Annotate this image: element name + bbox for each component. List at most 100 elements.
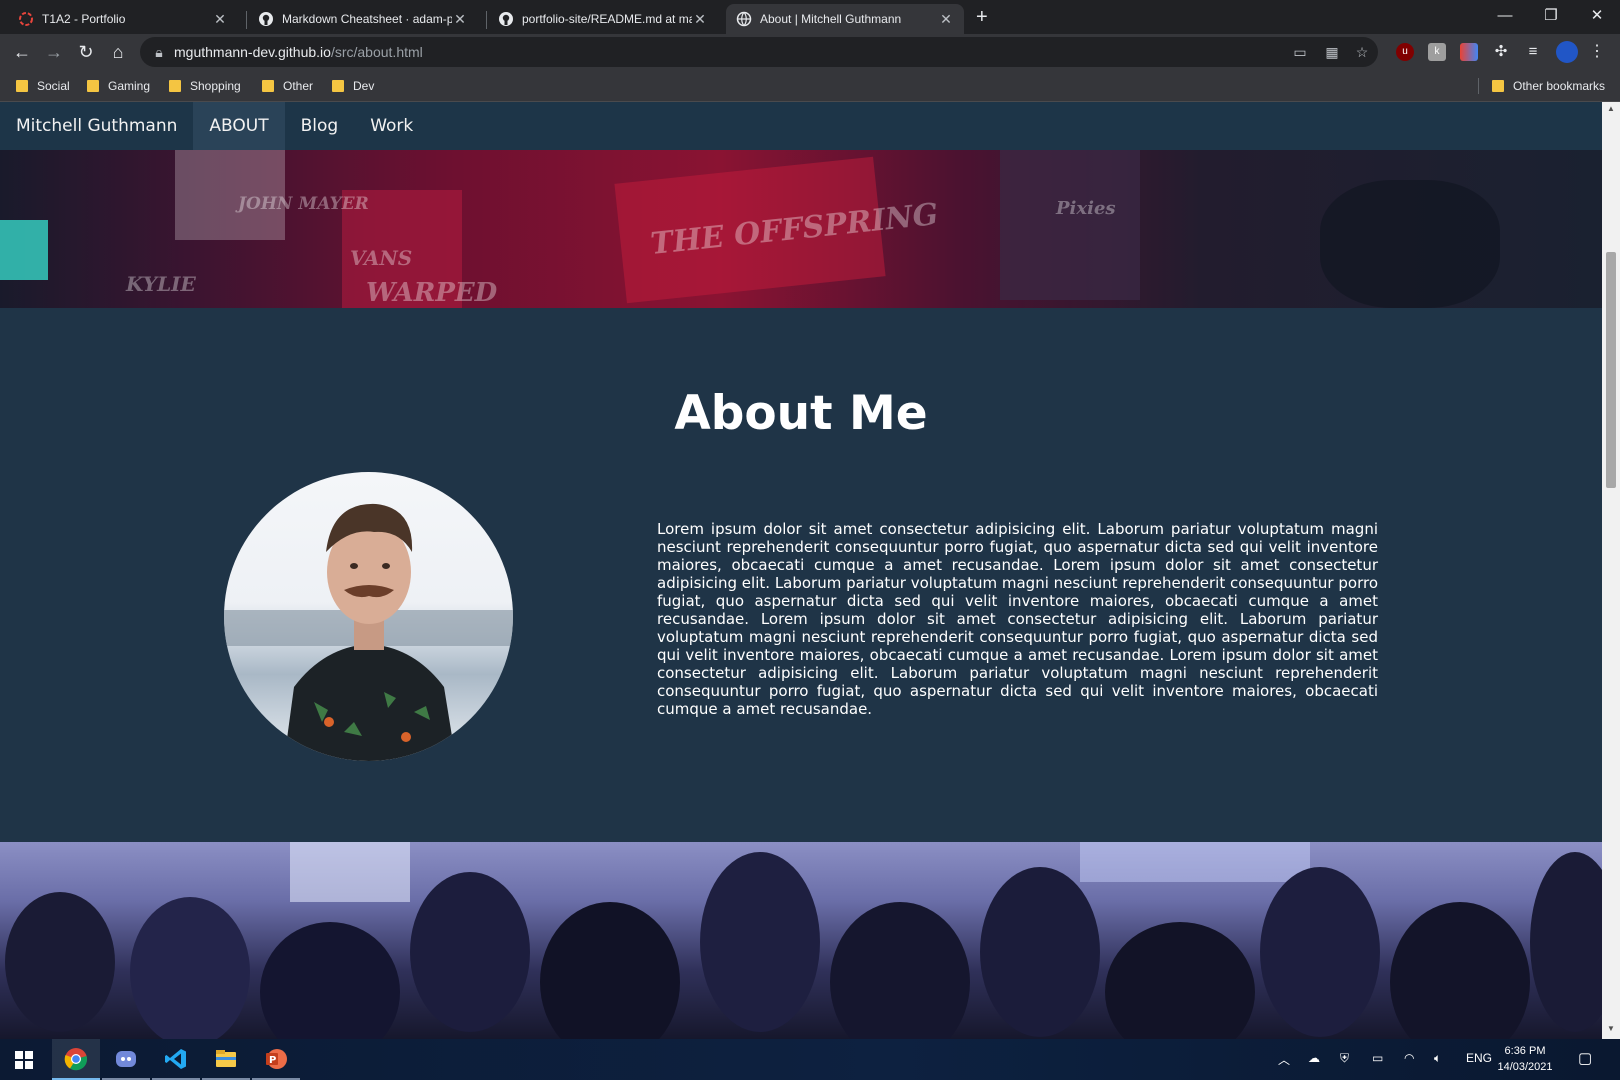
restore-icon[interactable]: ❐: [1528, 0, 1574, 30]
bookmark-folder-gaming[interactable]: Gaming: [87, 78, 150, 94]
close-tab-icon[interactable]: ✕: [212, 11, 228, 28]
banner-text: JOHN MAYER: [238, 194, 369, 214]
clock-time: 6:36 PM: [1504, 1045, 1546, 1057]
color-picker-icon[interactable]: [1460, 43, 1478, 61]
folder-icon: [87, 80, 99, 92]
url-host: mguthmann-dev.github.io: [174, 44, 331, 60]
hero-banner-image: JOHN MAYER VANS WARPED Pixies KYLIE THE …: [0, 150, 1602, 308]
tab-title: portfolio-site/README.md at ma: [522, 12, 692, 26]
bookmark-folder-shopping[interactable]: Shopping: [169, 78, 241, 94]
cast-icon[interactable]: ▭: [1292, 44, 1308, 60]
taskbar-chrome[interactable]: [52, 1039, 100, 1080]
taskbar-powerpoint[interactable]: P: [252, 1039, 300, 1080]
volume-icon[interactable]: 🔈︎: [1434, 1051, 1441, 1066]
extension-icon[interactable]: k: [1428, 43, 1446, 61]
portrait-illustration: [224, 503, 513, 761]
new-tab-icon[interactable]: +: [976, 6, 988, 29]
crowd-silhouettes: [5, 842, 1602, 1039]
language-indicator[interactable]: ENG: [1466, 1051, 1492, 1065]
bookmark-label: Dev: [353, 79, 375, 93]
bookmark-label: Social: [37, 79, 70, 93]
scroll-up-icon[interactable]: ▲: [1602, 104, 1620, 116]
extensions-puzzle-icon[interactable]: ✣: [1492, 43, 1510, 61]
globe-icon: [736, 11, 752, 27]
start-icon: [15, 1050, 33, 1069]
home-icon[interactable]: ⌂: [108, 42, 128, 62]
start-button[interactable]: [0, 1039, 48, 1080]
nav-about[interactable]: ABOUT: [193, 102, 285, 150]
chrome-icon: [64, 1047, 88, 1070]
tab-readme[interactable]: portfolio-site/README.md at ma ✕: [488, 4, 718, 34]
close-tab-icon[interactable]: ✕: [938, 11, 954, 28]
tab-about-active[interactable]: About | Mitchell Guthmann ✕: [726, 4, 964, 34]
bookmark-star-icon[interactable]: ☆: [1354, 44, 1370, 60]
bookmark-label: Other bookmarks: [1513, 79, 1606, 93]
banner-poster: [1000, 150, 1140, 300]
tab-markdown-cheatsheet[interactable]: Markdown Cheatsheet · adam-p/ ✕: [248, 4, 478, 34]
github-icon: [498, 11, 514, 27]
taskbar-clock[interactable]: 6:36 PM 14/03/2021: [1490, 1043, 1560, 1075]
page-scrollbar[interactable]: ▲ ▼: [1602, 102, 1620, 1039]
banner-text: WARPED: [366, 278, 498, 308]
tab-title: About | Mitchell Guthmann: [760, 12, 902, 26]
tray-chevron-up-icon[interactable]: ︿: [1278, 1051, 1290, 1068]
taskbar-discord[interactable]: [102, 1039, 150, 1080]
ublock-icon[interactable]: u: [1396, 43, 1414, 61]
reload-icon[interactable]: ↻: [76, 42, 96, 62]
bookmarks-bar: Social Gaming Shopping Other Dev Other b…: [0, 70, 1620, 102]
nav-work[interactable]: Work: [354, 102, 429, 150]
qr-code-icon[interactable]: ▦: [1324, 44, 1340, 60]
brand-link[interactable]: Mitchell Guthmann: [0, 102, 193, 150]
bookmark-label: Shopping: [190, 79, 241, 93]
page-title: About Me: [674, 386, 928, 441]
bookmark-folder-dev[interactable]: Dev: [332, 78, 374, 94]
taskbar-file-explorer[interactable]: [202, 1039, 250, 1080]
tab-separator: [246, 11, 247, 29]
powerpoint-icon: P: [266, 1048, 287, 1069]
about-paragraph: Lorem ipsum dolor sit amet consectetur a…: [657, 520, 1378, 718]
profile-avatar-icon[interactable]: [1556, 41, 1578, 63]
windows-taskbar: P ︿ ☁ ⛨ ▭ ◠ 🔈︎ ENG 6:36 PM 14/03/2021 ▢: [0, 1039, 1620, 1080]
site-navbar: Mitchell Guthmann ABOUT Blog Work: [0, 102, 1602, 150]
tab-title: Markdown Cheatsheet · adam-p/: [282, 12, 452, 26]
banner-text: Pixies: [1056, 198, 1116, 219]
banner-text: KYLIE: [126, 272, 196, 296]
battery-icon[interactable]: ▭: [1372, 1051, 1383, 1065]
bookmark-folder-social[interactable]: Social: [16, 78, 70, 94]
media-queue-icon[interactable]: ≡: [1524, 43, 1542, 61]
banner-text: VANS: [350, 246, 413, 270]
scroll-thumb[interactable]: [1606, 252, 1616, 488]
scroll-down-icon[interactable]: ▼: [1602, 1024, 1620, 1036]
wifi-icon[interactable]: ◠: [1404, 1051, 1414, 1065]
folder-icon: [169, 80, 181, 92]
tab-separator: [486, 11, 487, 29]
about-section: About Me Lorem ipsum dolor sit amet cons…: [0, 308, 1602, 842]
folder-icon: [16, 80, 28, 92]
close-tab-icon[interactable]: ✕: [452, 11, 468, 28]
close-window-icon[interactable]: ✕: [1574, 0, 1620, 30]
banner-shadow: [1320, 180, 1500, 308]
address-bar[interactable]: 🔒︎ mguthmann-dev.github.io/src/about.htm…: [140, 37, 1378, 67]
tab-title: T1A2 - Portfolio: [42, 12, 126, 26]
nav-blog[interactable]: Blog: [285, 102, 355, 150]
clock-date: 14/03/2021: [1497, 1061, 1553, 1073]
browser-toolbar: ← → ↻ ⌂ 🔒︎ mguthmann-dev.github.io/src/a…: [0, 34, 1620, 70]
menu-kebab-icon[interactable]: ⋮: [1588, 43, 1606, 61]
profile-photo: [224, 472, 513, 761]
lock-icon[interactable]: 🔒︎: [151, 44, 167, 60]
bookmark-folder-other[interactable]: Other: [262, 78, 313, 94]
onedrive-icon[interactable]: ☁: [1308, 1051, 1320, 1065]
tab-t1a2-portfolio[interactable]: T1A2 - Portfolio ✕: [8, 4, 238, 34]
back-icon[interactable]: ←: [12, 42, 32, 62]
close-tab-icon[interactable]: ✕: [692, 11, 708, 28]
other-bookmarks[interactable]: Other bookmarks: [1492, 78, 1605, 94]
tab-strip: T1A2 - Portfolio ✕ Markdown Cheatsheet ·…: [0, 0, 1620, 34]
crowd-banner-image: [0, 842, 1602, 1039]
loading-icon: [18, 11, 34, 27]
taskbar-vscode[interactable]: [152, 1039, 200, 1080]
minimize-icon[interactable]: —: [1482, 0, 1528, 30]
folder-icon: [262, 80, 274, 92]
forward-icon[interactable]: →: [44, 42, 64, 62]
notifications-icon[interactable]: ▢: [1578, 1049, 1592, 1067]
security-icon[interactable]: ⛨: [1340, 1051, 1349, 1066]
